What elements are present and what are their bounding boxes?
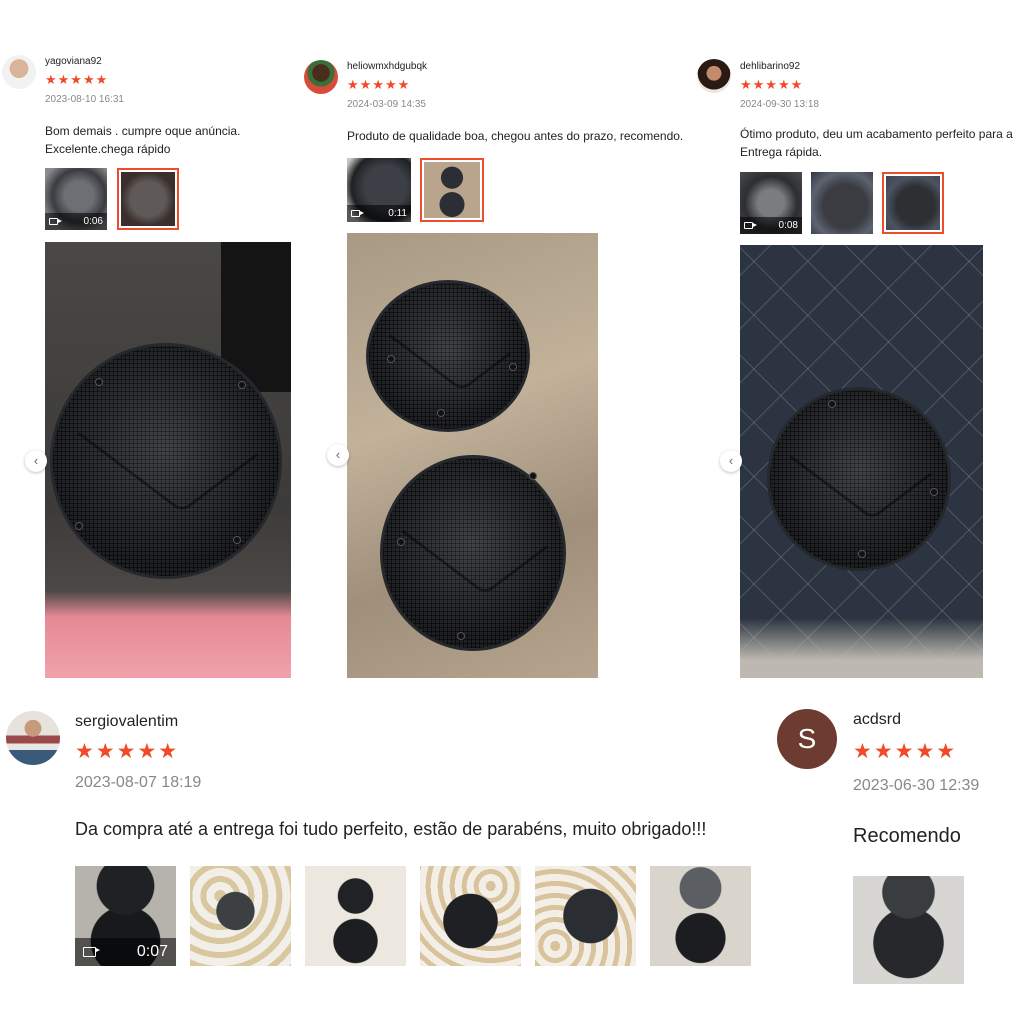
image-thumbnail[interactable] xyxy=(420,866,521,966)
review-username[interactable]: sergiovalentim xyxy=(75,713,178,731)
review-text: Produto de qualidade boa, chegou antes d… xyxy=(347,127,707,145)
image-thumbnail-selected[interactable] xyxy=(117,168,179,230)
prev-photo-button[interactable]: ‹ xyxy=(327,444,349,466)
video-duration: 0:11 xyxy=(388,208,407,219)
avatar[interactable] xyxy=(6,711,60,765)
chevron-left-icon: ‹ xyxy=(33,453,39,468)
image-thumbnail[interactable] xyxy=(853,876,964,984)
video-badge: 0:07 xyxy=(75,938,176,966)
speaker-grille xyxy=(369,283,527,429)
image-thumbnail[interactable] xyxy=(811,172,873,234)
star-rating: ★★★★★ xyxy=(347,77,411,92)
review-photo-large[interactable] xyxy=(347,233,598,678)
speaker-grille xyxy=(383,458,563,648)
speaker-grille xyxy=(53,346,279,576)
review-photo-large[interactable] xyxy=(740,245,983,678)
video-camera-icon xyxy=(744,222,757,229)
review-text: Da compra até a entrega foi tudo perfeit… xyxy=(75,819,707,839)
avatar[interactable] xyxy=(697,59,731,93)
image-thumbnail[interactable] xyxy=(650,866,751,966)
review-text-line: Entrega rápida. xyxy=(740,145,823,159)
speaker-grille xyxy=(770,390,948,568)
video-badge: 0:06 xyxy=(45,213,107,230)
image-thumbnail-selected[interactable] xyxy=(420,158,484,222)
review-text-line: Ótimo produto, deu um acabamento perfeit… xyxy=(740,127,1013,141)
review-text: Ótimo produto, deu um acabamento perfeit… xyxy=(740,125,1024,161)
review-date: 2023-08-07 18:19 xyxy=(75,774,202,791)
video-duration: 0:07 xyxy=(136,943,168,960)
review-username[interactable]: heliowmxhdgubqk xyxy=(347,61,427,72)
review-photo-large[interactable] xyxy=(45,242,291,678)
avatar[interactable] xyxy=(2,55,36,89)
avatar-letter: S xyxy=(797,723,817,754)
image-thumbnail[interactable] xyxy=(535,866,636,966)
review-date: 2024-09-30 13:18 xyxy=(740,99,819,110)
video-camera-icon xyxy=(49,218,62,225)
avatar[interactable]: S xyxy=(777,709,837,769)
video-thumbnail[interactable]: 0:11 xyxy=(347,158,411,222)
review-text: Recomendo xyxy=(853,825,961,847)
review-date: 2023-08-10 16:31 xyxy=(45,94,124,105)
prev-photo-button[interactable]: ‹ xyxy=(25,450,47,472)
star-rating: ★★★★★ xyxy=(45,72,109,87)
star-rating: ★★★★★ xyxy=(75,740,180,763)
video-thumbnail[interactable]: 0:07 xyxy=(75,866,176,966)
video-thumbnail[interactable]: 0:06 xyxy=(45,168,107,230)
review-text-line: Excelente.chega rápido xyxy=(45,142,171,156)
chevron-left-icon: ‹ xyxy=(335,447,341,462)
review-text-line: Produto de qualidade boa, chegou antes d… xyxy=(347,129,684,143)
star-rating: ★★★★★ xyxy=(853,740,958,763)
video-duration: 0:08 xyxy=(778,220,798,231)
avatar[interactable] xyxy=(304,60,338,94)
review-date: 2024-03-09 14:35 xyxy=(347,99,426,110)
video-badge: 0:11 xyxy=(347,205,411,222)
image-thumbnail-selected[interactable] xyxy=(882,172,944,234)
review-text: Bom demais . cumpre oque anúncia. Excele… xyxy=(45,122,295,158)
chevron-left-icon: ‹ xyxy=(728,453,734,468)
video-duration: 0:06 xyxy=(83,216,103,227)
image-thumbnail[interactable] xyxy=(190,866,291,966)
star-rating: ★★★★★ xyxy=(740,77,804,92)
image-thumbnail[interactable] xyxy=(305,866,406,966)
review-username[interactable]: acdsrd xyxy=(853,711,901,729)
review-username[interactable]: dehlibarino92 xyxy=(740,61,800,72)
video-thumbnail[interactable]: 0:08 xyxy=(740,172,802,234)
video-camera-icon xyxy=(83,947,100,957)
review-text-line: Bom demais . cumpre oque anúncia. xyxy=(45,124,241,138)
prev-photo-button[interactable]: ‹ xyxy=(720,450,742,472)
review-date: 2023-06-30 12:39 xyxy=(853,777,980,794)
video-badge: 0:08 xyxy=(740,217,802,234)
review-username[interactable]: yagoviana92 xyxy=(45,56,102,67)
video-camera-icon xyxy=(351,210,364,217)
